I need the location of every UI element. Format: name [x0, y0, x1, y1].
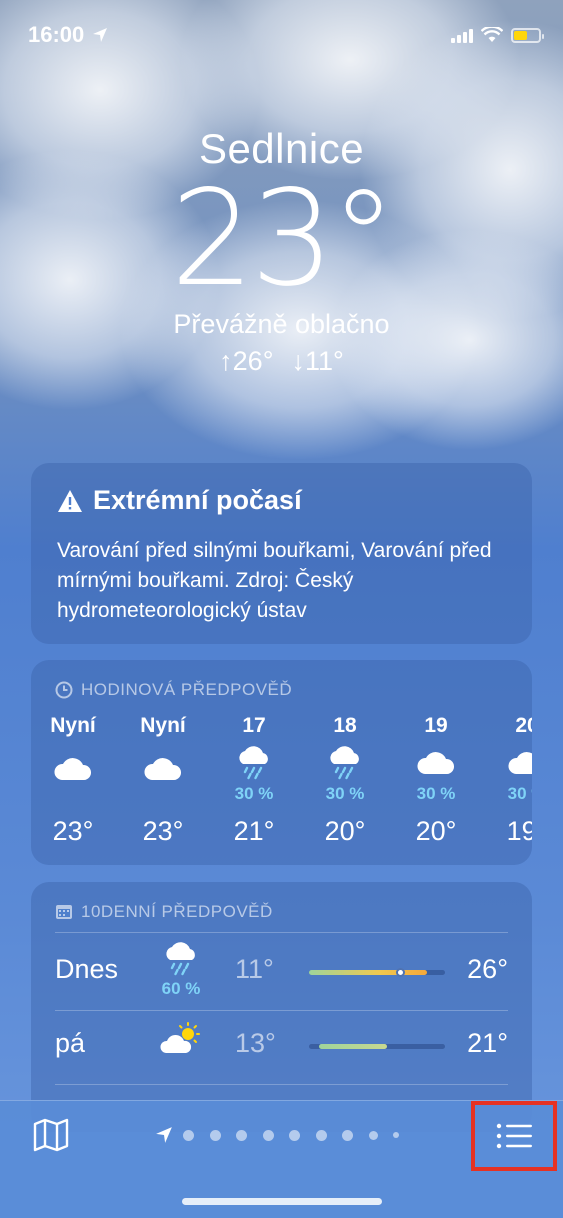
hourly-item: Nyní 23°: [33, 710, 113, 860]
divider: [55, 932, 508, 933]
precip-chance: 30 %: [325, 784, 365, 803]
battery-icon: [511, 27, 544, 43]
hour-label: 20: [515, 714, 532, 737]
day-label: Dnes: [55, 954, 119, 984]
list-icon: [496, 1123, 532, 1149]
hour-label: 17: [242, 714, 266, 737]
hourly-item: Nyní 23°: [123, 710, 203, 860]
cloud-rain-icon: [330, 746, 359, 780]
page-dot: [289, 1129, 300, 1141]
hour-label: 18: [333, 714, 357, 737]
status-bar: 16:00: [0, 0, 563, 70]
page-dot: [262, 1129, 274, 1141]
high-temperature: ↑26°: [219, 346, 274, 376]
daily-row-friday[interactable]: pá 13° 21°: [31, 1008, 532, 1084]
warning-icon: [58, 489, 82, 512]
cloud-icon: [508, 752, 532, 774]
day-label: pá: [55, 1028, 86, 1058]
clock-icon: [55, 681, 73, 699]
cloud-rain-icon: [166, 942, 195, 976]
hour-temp: 21°: [233, 816, 275, 846]
high-temp: 26°: [467, 954, 508, 984]
page-dot: [368, 1130, 378, 1140]
current-weather-header: Sedlnice 23° Převážně oblačno ↑26° ↓11°: [0, 125, 563, 377]
current-temperature: 23°: [170, 162, 397, 316]
low-temp: 13°: [235, 1028, 276, 1058]
hourly-forecast[interactable]: HODINOVÁ PŘEDPOVĚĎ Nyní 23° Nyní 23° 17 30 % 2…: [31, 660, 532, 865]
page-dot: [209, 1129, 221, 1141]
temperature-range-bar: [309, 968, 445, 977]
precip-chance: 30 %: [507, 784, 532, 803]
severe-weather-alert[interactable]: Extrémní počasí Varování před silnými bo…: [31, 463, 532, 644]
wifi-icon: [481, 27, 503, 42]
current-location-icon: [156, 1127, 172, 1143]
calendar-icon: [56, 905, 72, 919]
divider: [55, 1084, 508, 1085]
high-temp: 21°: [467, 1028, 508, 1058]
hourly-item: 19 30 % 20°: [396, 710, 476, 860]
cellular-signal-icon: [451, 27, 473, 43]
current-temp-indicator: [396, 968, 405, 977]
hour-label: Nyní: [140, 714, 186, 737]
page-dot: [342, 1129, 353, 1141]
cloud-icon: [417, 752, 455, 774]
hourly-forecast-title: HODINOVÁ PŘEDPOVĚĎ: [81, 680, 293, 699]
precip-chance: 30 %: [234, 784, 274, 803]
status-time: 16:00: [28, 22, 85, 47]
cloud-icon: [54, 758, 92, 780]
ten-day-forecast-title: 10DENNÍ PŘEDPOVĚĎ: [81, 902, 273, 921]
high-low-temperature: ↑26° ↓11°: [0, 346, 563, 377]
hour-label: Nyní: [50, 714, 96, 737]
city-list-button[interactable]: [471, 1101, 557, 1171]
cloud-rain-icon: [239, 746, 268, 780]
page-dot: [236, 1129, 247, 1141]
map-icon[interactable]: [32, 1117, 70, 1153]
alert-text: Varování před silnými bouřkami, Varování…: [57, 539, 492, 622]
hour-temp: 20°: [324, 816, 366, 846]
low-temp: 11°: [235, 954, 274, 984]
alert-title: Extrémní počasí: [93, 485, 302, 515]
ten-day-forecast[interactable]: 10DENNÍ PŘEDPOVĚĎ Dnes 60 % 11° 26° pá 1…: [31, 882, 532, 1132]
cloud-icon: [144, 758, 182, 780]
daily-row-today[interactable]: Dnes 60 % 11° 26°: [31, 934, 532, 1010]
hour-temp: 19°: [506, 816, 532, 846]
weather-condition: Převážně oblačno: [173, 309, 390, 339]
location-arrow-icon: [93, 28, 108, 42]
page-dot: [315, 1129, 327, 1141]
hourly-item: 20 30 % 19°: [487, 710, 532, 860]
hour-temp: 20°: [415, 816, 457, 846]
low-temperature: ↓11°: [291, 346, 344, 376]
temperature-range-bar: [309, 1044, 445, 1049]
hourly-item: 17 30 % 21°: [214, 710, 294, 860]
hourly-item: 18 30 % 20°: [305, 710, 385, 860]
partly-sunny-icon: [160, 1022, 200, 1053]
page-indicator[interactable]: [155, 1126, 415, 1144]
precip-chance: 30 %: [416, 784, 456, 803]
page-dot: [183, 1129, 194, 1141]
hour-temp: 23°: [142, 816, 184, 846]
hour-temp: 23°: [52, 816, 94, 846]
hour-label: 19: [424, 714, 448, 737]
precip-chance: 60 %: [161, 979, 201, 998]
home-indicator[interactable]: [182, 1198, 382, 1205]
page-dot: [393, 1132, 399, 1138]
